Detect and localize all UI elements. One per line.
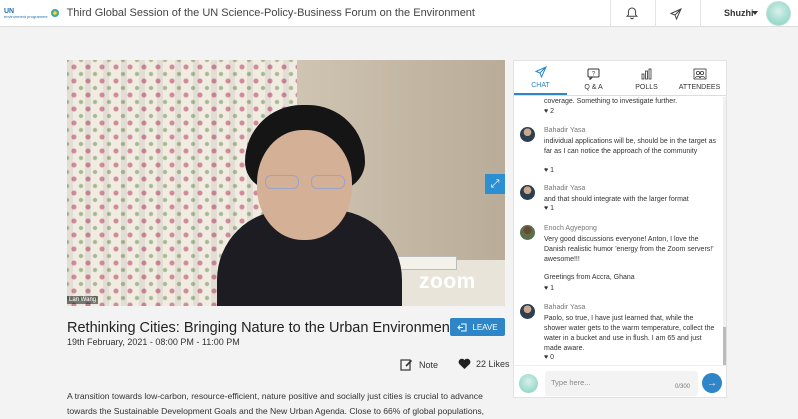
avatar — [520, 185, 535, 200]
logo-sub-text: environment programme — [4, 13, 48, 19]
message-text: Very good discussions everyone! Anton, I… — [544, 236, 714, 263]
chat-scrollbar[interactable] — [723, 97, 726, 365]
un-environment-logo[interactable]: UN environment programme — [4, 8, 59, 19]
message-author: Bahadir Yasa — [544, 304, 586, 311]
arrow-right-icon: → — [707, 377, 717, 389]
message-author: Bahadir Yasa — [544, 185, 586, 192]
forum-flower-icon — [50, 9, 59, 17]
tab-chat[interactable]: CHAT — [514, 61, 567, 95]
message-text-extra: Greetings from Accra, Ghana — [544, 274, 635, 281]
expand-icon[interactable]: ⤢ — [485, 174, 505, 194]
message-likes[interactable]: ♥ 2 — [544, 108, 554, 115]
message-text: coverage. Something to investigate furth… — [544, 98, 678, 105]
tab-label: ATTENDEES — [678, 84, 721, 91]
panel-tabs: CHAT ? Q & A POLLS ATTENDEES — [514, 61, 726, 96]
message-likes[interactable]: ♥ 1 — [544, 205, 554, 212]
note-label: Note — [419, 359, 439, 370]
like-count: 2 — [550, 108, 555, 115]
tab-attendees[interactable]: ATTENDEES — [673, 61, 726, 95]
like-count: 1 — [550, 167, 555, 174]
chat-messages[interactable]: coverage. Something to investigate furth… — [514, 97, 724, 365]
notification-bell-icon[interactable] — [626, 0, 638, 27]
background-box — [397, 256, 457, 270]
attendees-icon — [693, 68, 706, 80]
question-icon: ? — [587, 68, 600, 80]
note-icon — [400, 359, 413, 371]
video-player[interactable]: zoom Lan Wang ⤢ — [67, 60, 505, 306]
chevron-down-icon[interactable] — [752, 11, 758, 15]
session-title: Rethinking Cities: Bringing Nature to th… — [67, 320, 454, 336]
message-author: Enoch Agyepong — [544, 225, 597, 232]
divider — [700, 0, 701, 27]
user-name[interactable]: Shuzhi — [724, 8, 754, 18]
avatar — [520, 127, 535, 142]
likes-count: 22 Likes — [476, 359, 510, 369]
message-likes[interactable]: ♥ 0 — [544, 354, 554, 361]
message-text: and that should integrate with the large… — [544, 196, 689, 203]
message-text: individual applications will be, should … — [544, 138, 716, 155]
leave-button[interactable]: LEAVE — [450, 318, 505, 336]
zoom-watermark: zoom — [419, 270, 476, 293]
send-button[interactable]: → — [702, 373, 722, 393]
like-count: 1 — [550, 205, 555, 212]
message-text: Paolo, so true, I have just learned that… — [544, 315, 715, 352]
session-date: 19th February, 2021 - 08:00 PM - 11:00 P… — [67, 337, 240, 347]
chat-panel: CHAT ? Q & A POLLS ATTENDEES coverage. S… — [513, 60, 727, 398]
send-icon — [534, 66, 547, 78]
avatar — [519, 374, 538, 393]
tab-qa[interactable]: ? Q & A — [567, 61, 620, 95]
tab-polls[interactable]: POLLS — [620, 61, 673, 95]
speaker-name-tag: Lan Wang — [67, 296, 99, 304]
like-count: 0 — [550, 354, 555, 361]
tab-label: POLLS — [635, 84, 658, 91]
avatar[interactable] — [766, 1, 791, 26]
event-title: Third Global Session of the UN Science-P… — [66, 7, 475, 19]
message-likes[interactable]: ♥ 1 — [544, 285, 554, 292]
message-likes[interactable]: ♥ 1 — [544, 167, 554, 174]
send-message-icon[interactable] — [670, 0, 682, 27]
note-button[interactable]: Note — [400, 358, 438, 371]
chat-composer: Type here... 0/300 → — [514, 365, 726, 399]
char-count: 0/300 — [675, 384, 691, 390]
bar-chart-icon — [641, 68, 652, 80]
speaker-glasses — [265, 175, 347, 191]
like-count: 1 — [550, 285, 555, 292]
avatar — [520, 225, 535, 240]
exit-icon — [457, 323, 467, 331]
leave-label: LEAVE — [472, 322, 498, 332]
like-button[interactable]: 22 Likes — [458, 358, 510, 370]
tab-label: Q & A — [584, 84, 603, 91]
session-description: A transition towards low-carbon, resourc… — [67, 391, 485, 416]
divider — [610, 0, 611, 27]
tab-label: CHAT — [531, 82, 550, 89]
avatar — [520, 304, 535, 319]
heart-icon — [458, 358, 471, 369]
scrollbar-thumb[interactable] — [723, 327, 726, 365]
divider — [655, 0, 656, 27]
message-author: Bahadir Yasa — [544, 127, 586, 134]
